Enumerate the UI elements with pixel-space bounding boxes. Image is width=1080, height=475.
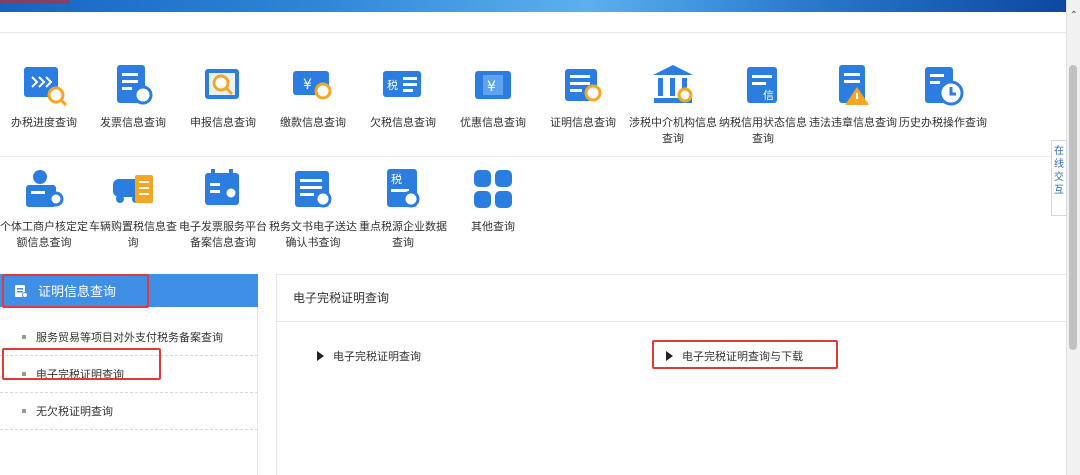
individual-business-icon bbox=[26, 170, 64, 207]
icon-row-2: 个体工商户核定定额信息查询 车辆购置税信息查询 电子发票服务平台备案信息查询 税… bbox=[0, 165, 1066, 273]
bullet-icon bbox=[22, 409, 26, 413]
query-label: 税务文书电子送达确认书查询 bbox=[269, 220, 357, 249]
highlight-box-sidebar-item bbox=[2, 348, 161, 380]
tax-document-icon bbox=[295, 171, 332, 208]
other-grid-icon bbox=[474, 170, 512, 208]
page: 办税进度查询 发票信息查询 申报信息查询 ¥ 缴款信息查询 税 欠税信息查询 ¥… bbox=[0, 12, 1067, 475]
query-label: 欠税信息查询 bbox=[370, 116, 436, 129]
e-invoice-platform-icon bbox=[205, 169, 239, 205]
query-item-progress[interactable]: 办税进度查询 bbox=[0, 61, 88, 156]
svg-text:税: 税 bbox=[391, 172, 402, 186]
credit-status-icon: 信 bbox=[747, 67, 777, 103]
sidebar-item-label: 无欠税证明查询 bbox=[36, 405, 113, 418]
query-item-payment[interactable]: ¥ 缴款信息查询 bbox=[268, 61, 358, 156]
query-item-violation[interactable]: 违法违章信息查询 bbox=[808, 61, 898, 156]
certificate-search-icon bbox=[565, 69, 602, 102]
history-clock-icon bbox=[925, 67, 964, 106]
query-item-declaration[interactable]: 申报信息查询 bbox=[178, 61, 268, 156]
query-label: 办税进度查询 bbox=[11, 116, 77, 129]
payment-search-icon: ¥ bbox=[293, 71, 332, 100]
query-item-preference[interactable]: ¥ 优惠信息查询 bbox=[448, 61, 538, 156]
sidebar-item-no-arrears[interactable]: 无欠税证明查询 bbox=[0, 393, 258, 430]
vehicle-tax-icon bbox=[113, 175, 153, 203]
query-label: 纳税信用状态信息查询 bbox=[719, 116, 807, 145]
triangle-right-icon bbox=[317, 351, 324, 361]
invoice-search-icon bbox=[117, 65, 153, 105]
svg-text:信: 信 bbox=[763, 89, 774, 102]
declaration-search-icon bbox=[205, 69, 239, 99]
query-label: 个体工商户核定定额信息查询 bbox=[0, 220, 88, 249]
scroll-thumb[interactable] bbox=[1069, 65, 1077, 350]
vertical-scrollbar[interactable]: ⌃ bbox=[1066, 0, 1080, 475]
tax-preference-icon: ¥ bbox=[475, 71, 511, 99]
query-item-invoice[interactable]: 发票信息查询 bbox=[88, 61, 178, 156]
page-title: 电子完税证明查询 bbox=[293, 291, 390, 305]
progress-search-icon bbox=[24, 67, 68, 107]
query-label: 历史办税操作查询 bbox=[899, 116, 987, 129]
query-item-arrears[interactable]: 税 欠税信息查询 bbox=[358, 61, 448, 156]
link-label: 电子完税证明查询 bbox=[333, 350, 421, 363]
query-item-individual-business[interactable]: 个体工商户核定定额信息查询 bbox=[0, 165, 88, 273]
banner-accent bbox=[0, 0, 70, 4]
query-label: 发票信息查询 bbox=[100, 116, 166, 129]
query-item-vehicle[interactable]: 车辆购置税信息查询 bbox=[88, 165, 178, 273]
query-item-credit[interactable]: 信 纳税信用状态信息查询 bbox=[718, 61, 808, 156]
query-label: 违法违章信息查询 bbox=[809, 116, 897, 129]
svg-text:税: 税 bbox=[387, 78, 398, 92]
query-item-tax-document[interactable]: 税务文书电子送达确认书查询 bbox=[268, 165, 358, 273]
sidebar-item-label: 服务贸易等项目对外支付税务备案查询 bbox=[36, 331, 223, 344]
query-label: 优惠信息查询 bbox=[460, 116, 526, 129]
query-label: 证明信息查询 bbox=[550, 116, 616, 129]
violation-warning-icon bbox=[839, 65, 869, 105]
query-label: 电子发票服务平台备案信息查询 bbox=[179, 220, 267, 249]
query-item-intermediary[interactable]: 涉税中介机构信息查询 bbox=[628, 61, 718, 156]
intermediary-institution-icon bbox=[653, 65, 693, 103]
query-item-e-invoice-platform[interactable]: 电子发票服务平台备案信息查询 bbox=[178, 165, 268, 273]
bullet-icon bbox=[22, 335, 26, 339]
divider bbox=[277, 321, 1067, 322]
query-icons-area: 办税进度查询 发票信息查询 申报信息查询 ¥ 缴款信息查询 税 欠税信息查询 ¥… bbox=[0, 32, 1066, 272]
highlight-box-sidebar-header bbox=[2, 274, 149, 308]
svg-text:¥: ¥ bbox=[303, 77, 312, 93]
main-panel: 电子完税证明查询 电子完税证明查询 电子完税证明查询与下载 bbox=[276, 274, 1067, 475]
query-item-key-tax-source[interactable]: 税 重点税源企业数据查询 bbox=[358, 165, 448, 273]
link-e-tax-certificate-query[interactable]: 电子完税证明查询 bbox=[317, 348, 421, 364]
query-label: 车辆购置税信息查询 bbox=[89, 220, 177, 249]
key-tax-source-icon: 税 bbox=[387, 169, 420, 208]
query-item-other[interactable]: 其他查询 bbox=[448, 165, 538, 273]
query-label: 缴款信息查询 bbox=[280, 116, 346, 129]
tax-arrears-icon: 税 bbox=[383, 71, 421, 97]
icon-row-1: 办税进度查询 发票信息查询 申报信息查询 ¥ 缴款信息查询 税 欠税信息查询 ¥… bbox=[0, 61, 1066, 157]
query-item-history[interactable]: 历史办税操作查询 bbox=[898, 61, 988, 156]
scroll-up-arrow-icon[interactable]: ⌃ bbox=[1070, 10, 1078, 21]
highlight-box-download-link bbox=[652, 340, 838, 369]
online-interaction-tab[interactable]: 在线交互 bbox=[1051, 140, 1067, 216]
query-label: 申报信息查询 bbox=[190, 116, 256, 129]
query-label: 涉税中介机构信息查询 bbox=[629, 116, 717, 145]
svg-text:¥: ¥ bbox=[487, 79, 496, 95]
top-banner bbox=[0, 0, 1066, 12]
query-label: 重点税源企业数据查询 bbox=[359, 220, 447, 249]
query-label: 其他查询 bbox=[471, 220, 515, 233]
query-item-certificate[interactable]: 证明信息查询 bbox=[538, 61, 628, 156]
